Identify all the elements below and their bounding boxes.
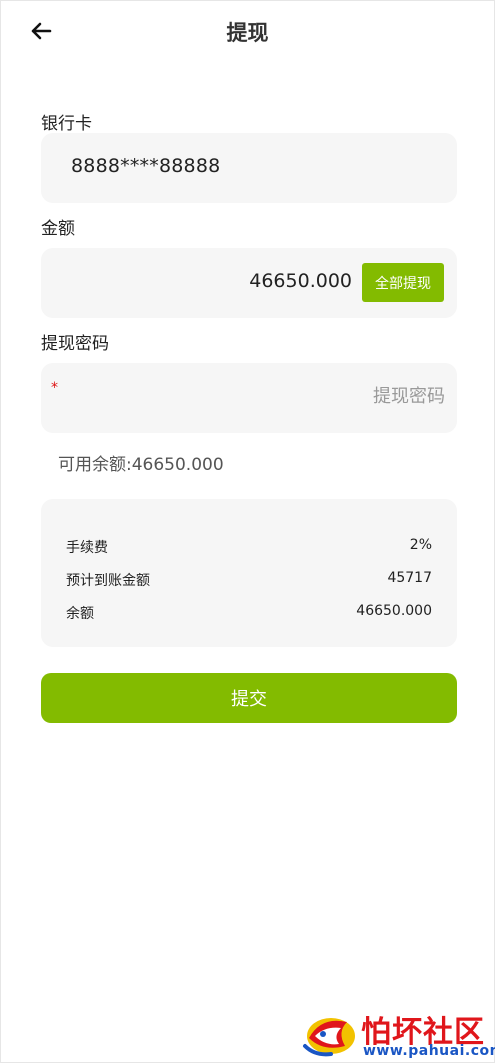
summary-value: 45717 <box>387 570 432 586</box>
page-title: 提现 <box>226 21 269 45</box>
page-frame: 提现 银行卡 8888****88888 金额 46650.000 全部提现 提… <box>0 0 495 1063</box>
bank-card-label: 银行卡 <box>41 114 92 134</box>
bank-card-mask <box>231 147 301 187</box>
summary-value: 2% <box>409 537 432 553</box>
summary-row-balance: 余额 46650.000 <box>66 603 432 625</box>
withdraw-all-button[interactable]: 全部提现 <box>362 263 444 302</box>
password-input[interactable] <box>71 381 445 411</box>
bank-card-value: 8888****88888 <box>71 155 221 177</box>
password-field: * <box>41 363 457 433</box>
summary-key: 预计到账金额 <box>66 573 150 589</box>
summary-row-fee: 手续费 2% <box>66 537 432 559</box>
bank-card-field[interactable]: 8888****88888 <box>41 133 457 203</box>
password-label: 提现密码 <box>41 334 109 354</box>
available-balance: 可用余额:46650.000 <box>58 455 224 475</box>
summary-key: 余额 <box>66 606 94 622</box>
fee-summary: 手续费 2% 预计到账金额 45717 余额 46650.000 <box>41 499 457 647</box>
amount-field[interactable]: 46650.000 全部提现 <box>41 248 457 318</box>
watermark-url: www.pahuai.com <box>363 1043 495 1059</box>
summary-row-expected: 预计到账金额 45717 <box>66 570 432 592</box>
required-mark: * <box>51 380 58 396</box>
fish-logo-icon <box>301 1006 359 1062</box>
submit-button[interactable]: 提交 <box>41 673 457 723</box>
amount-value: 46650.000 <box>249 270 352 292</box>
summary-key: 手续费 <box>66 540 108 556</box>
watermark: 怕坏社区 www.pahuai.com <box>301 1006 495 1062</box>
header: 提现 <box>1 1 494 61</box>
summary-value: 46650.000 <box>356 603 432 619</box>
amount-label: 金额 <box>41 219 75 239</box>
